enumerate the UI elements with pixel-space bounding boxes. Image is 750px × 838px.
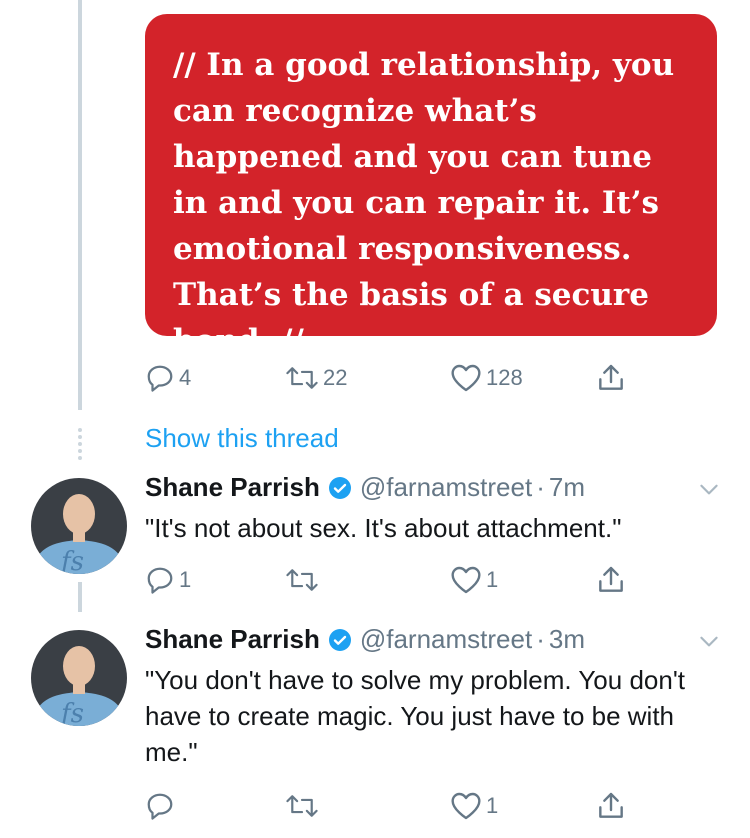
retweet-button[interactable] [285, 560, 323, 600]
retweet-count: 22 [323, 365, 348, 390]
thread-line-bottom [78, 582, 82, 612]
separator: · [536, 624, 545, 654]
heart-icon [451, 566, 481, 594]
tweet-header: Shane Parrish @farnamstreet · 7m [145, 472, 585, 503]
reply-icon [147, 365, 173, 392]
thread-line-top [78, 0, 82, 410]
share-icon [599, 364, 623, 390]
reply-count: 1 [179, 567, 192, 592]
share-button[interactable] [595, 786, 627, 826]
retweet-button[interactable] [285, 786, 323, 826]
like-count: 1 [486, 793, 499, 818]
reply-button[interactable]: 1 [145, 560, 191, 600]
share-icon [599, 566, 623, 592]
timestamp[interactable]: 7m [549, 472, 585, 503]
heart-icon [451, 792, 481, 820]
avatar[interactable]: fs [31, 478, 127, 574]
quote-text: // In a good relationship, you can recog… [173, 47, 675, 336]
verified-badge-icon [328, 476, 351, 499]
like-count: 128 [486, 365, 523, 390]
avatar[interactable]: fs [31, 630, 127, 726]
chevron-down-icon[interactable] [696, 476, 722, 502]
author-name[interactable]: Shane Parrish [145, 472, 320, 503]
like-button[interactable]: 1 [450, 786, 498, 826]
author-handle[interactable]: @farnamstreet [360, 472, 532, 503]
thread-dots [78, 428, 82, 463]
author-handle[interactable]: @farnamstreet [360, 624, 532, 655]
author-name[interactable]: Shane Parrish [145, 624, 320, 655]
like-count: 1 [486, 567, 499, 592]
tweet-actions-bar: 1 1 [145, 560, 645, 600]
retweet-button[interactable]: 22 [285, 358, 347, 398]
tweet-header: Shane Parrish @farnamstreet · 3m [145, 624, 585, 655]
tweet-actions-bar: 4 22 128 [145, 358, 645, 398]
show-thread-link[interactable]: Show this thread [145, 423, 339, 454]
tweet-actions-bar: 1 [145, 786, 645, 826]
verified-badge-icon [328, 628, 351, 651]
separator: · [536, 472, 545, 502]
reply-count: 4 [179, 365, 192, 390]
share-button[interactable] [595, 358, 627, 398]
like-button[interactable]: 1 [450, 560, 498, 600]
tweet-text: "You don't have to solve my problem. You… [145, 665, 686, 767]
retweet-icon [286, 795, 318, 817]
like-button[interactable]: 128 [450, 358, 523, 398]
timestamp[interactable]: 3m [549, 624, 585, 655]
reply-button[interactable] [145, 786, 179, 826]
share-button[interactable] [595, 560, 627, 600]
svg-text:fs: fs [59, 547, 84, 574]
reply-icon [147, 567, 173, 594]
svg-text:fs: fs [59, 699, 84, 726]
retweet-icon [286, 569, 318, 591]
heart-icon [451, 364, 481, 392]
reply-button[interactable]: 4 [145, 358, 191, 398]
retweet-icon [286, 367, 318, 389]
chevron-down-icon[interactable] [696, 628, 722, 654]
quote-image-card[interactable]: // In a good relationship, you can recog… [145, 14, 717, 336]
reply-icon [147, 793, 173, 820]
tweet-text: "It's not about sex. It's about attachme… [145, 513, 622, 543]
share-icon [599, 792, 623, 818]
